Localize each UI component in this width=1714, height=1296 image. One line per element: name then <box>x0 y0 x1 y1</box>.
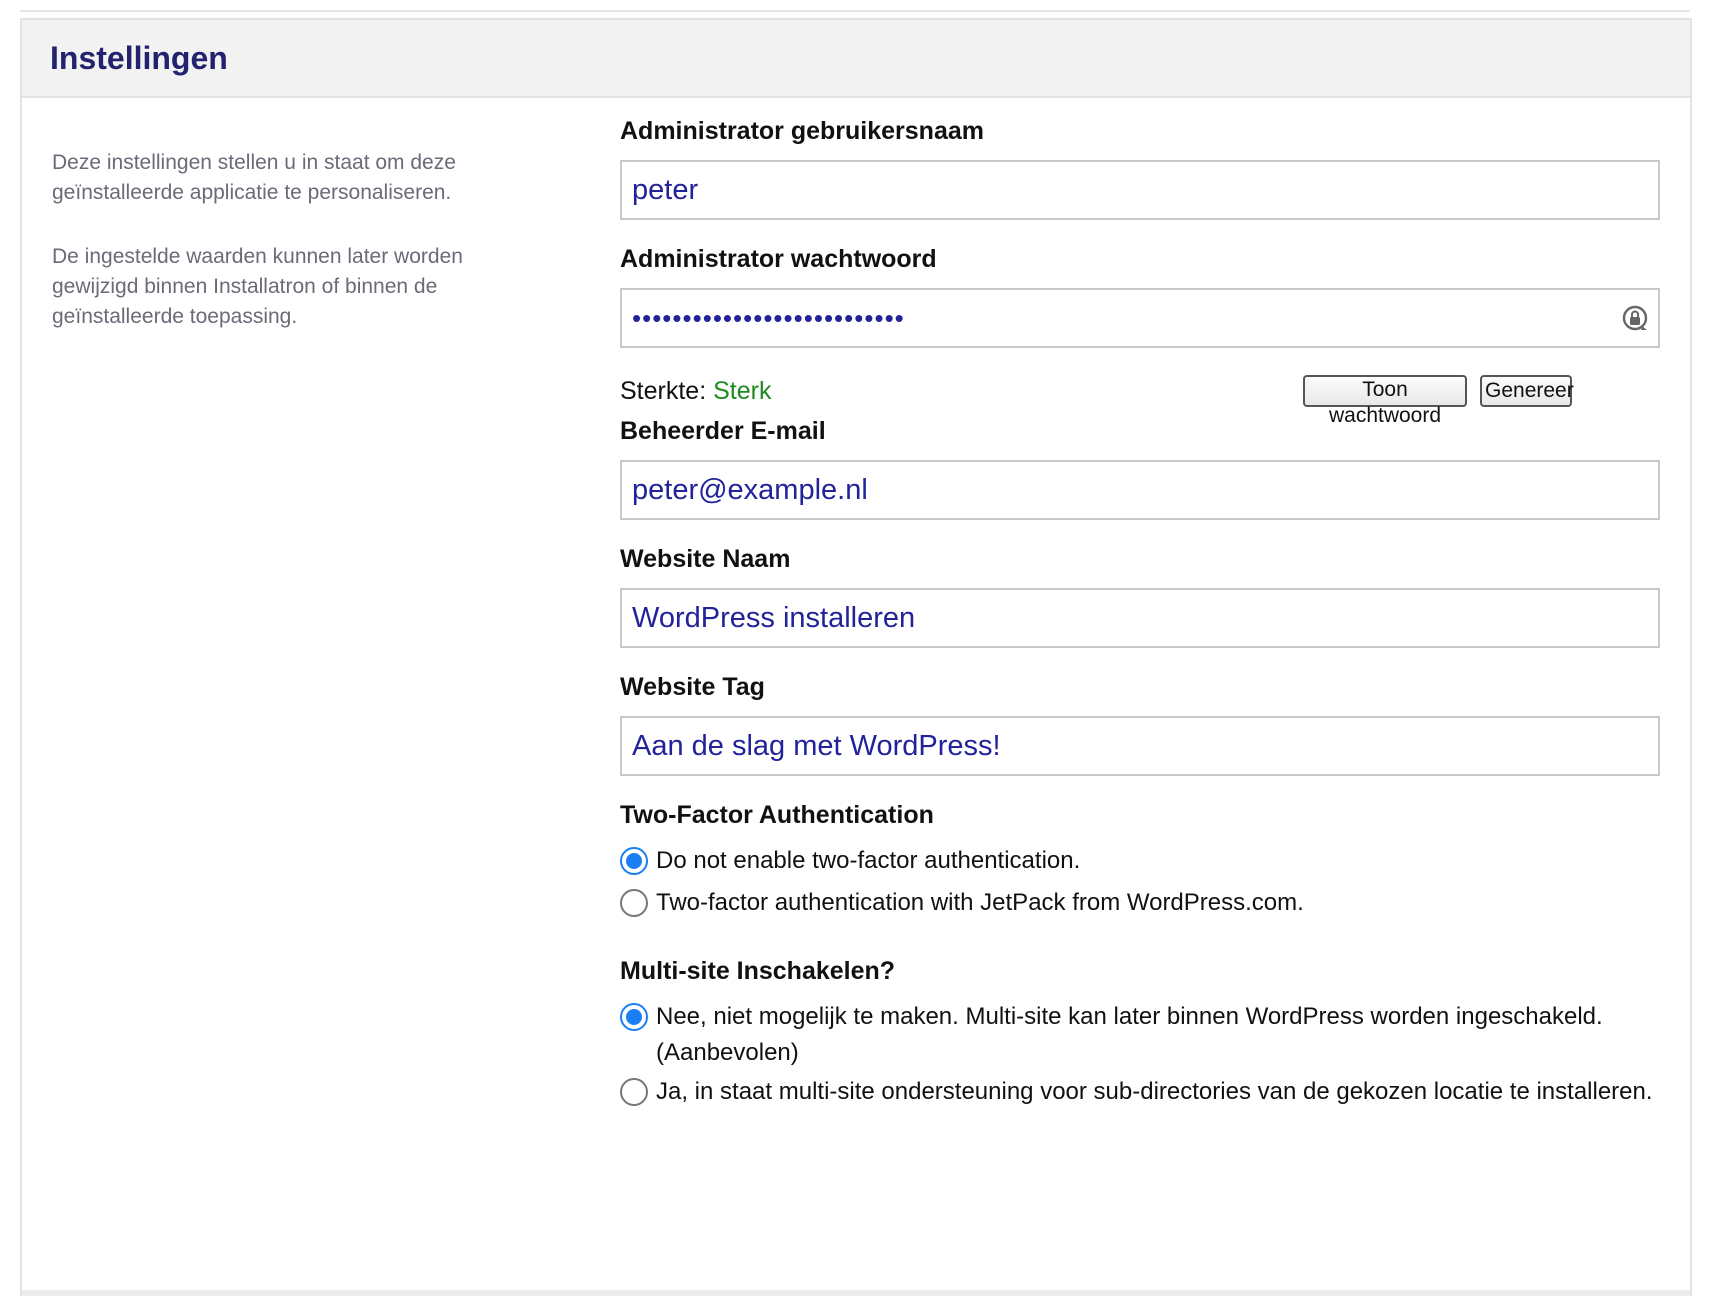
password-manager-icon[interactable] <box>1620 303 1650 333</box>
admin-password-input[interactable] <box>620 288 1660 348</box>
multisite-option-no-label: Nee, niet mogelijk te maken. Multi-site … <box>656 1003 1603 1066</box>
two-factor-label: Two-Factor Authentication <box>620 801 934 829</box>
multisite-option-yes-label: Ja, in staat multi-site ondersteuning vo… <box>656 1078 1653 1105</box>
password-strength: Sterkte: Sterk <box>620 377 771 406</box>
site-name-label: Website Naam <box>620 545 791 573</box>
radio-unselected[interactable] <box>620 1078 648 1106</box>
admin-password-field <box>620 288 1660 348</box>
site-tag-input[interactable] <box>620 716 1660 776</box>
two-factor-option-disable-label: Do not enable two-factor authentication. <box>656 847 1081 874</box>
radio-selected[interactable] <box>620 1003 648 1031</box>
site-name-input[interactable] <box>620 588 1660 648</box>
site-tag-label: Website Tag <box>620 673 765 701</box>
strength-label: Sterkte: <box>620 377 707 405</box>
panel-bottom-divider <box>22 1290 1690 1296</box>
settings-panel: Instellingen Deze instellingen stellen u… <box>20 18 1692 1296</box>
panel-header: Instellingen <box>22 20 1690 98</box>
radio-unselected[interactable] <box>620 889 648 917</box>
admin-email-label: Beheerder E-mail <box>620 417 826 445</box>
admin-password-label: Administrator wachtwoord <box>620 245 937 273</box>
two-factor-option-jetpack-label: Two-factor authentication with JetPack f… <box>656 889 1304 916</box>
password-strength-row: Sterkte: Sterk Toon wachtwoord Genereer <box>620 375 1660 427</box>
two-factor-option-disable[interactable]: Do not enable two-factor authentication. <box>620 843 1660 879</box>
multisite-label: Multi-site Inschakelen? <box>620 957 896 985</box>
two-factor-option-jetpack[interactable]: Two-factor authentication with JetPack f… <box>620 885 1660 921</box>
admin-username-input[interactable] <box>620 160 1660 220</box>
multisite-option-no[interactable]: Nee, niet mogelijk te maken. Multi-site … <box>620 999 1660 1071</box>
settings-description: Deze instellingen stellen u in staat om … <box>52 148 502 366</box>
admin-email-input[interactable] <box>620 460 1660 520</box>
show-password-button[interactable]: Toon wachtwoord <box>1303 375 1467 427</box>
generate-password-button[interactable]: Genereer <box>1480 375 1574 407</box>
admin-username-label: Administrator gebruikersnaam <box>620 117 984 145</box>
multisite-option-yes[interactable]: Ja, in staat multi-site ondersteuning vo… <box>620 1074 1660 1110</box>
description-paragraph-2: De ingestelde waarden kunnen later worde… <box>52 245 463 328</box>
top-divider <box>20 10 1690 12</box>
radio-selected[interactable] <box>620 847 648 875</box>
description-paragraph-1: Deze instellingen stellen u in staat om … <box>52 151 456 204</box>
panel-title: Instellingen <box>50 39 228 76</box>
strength-value: Sterk <box>713 377 772 405</box>
